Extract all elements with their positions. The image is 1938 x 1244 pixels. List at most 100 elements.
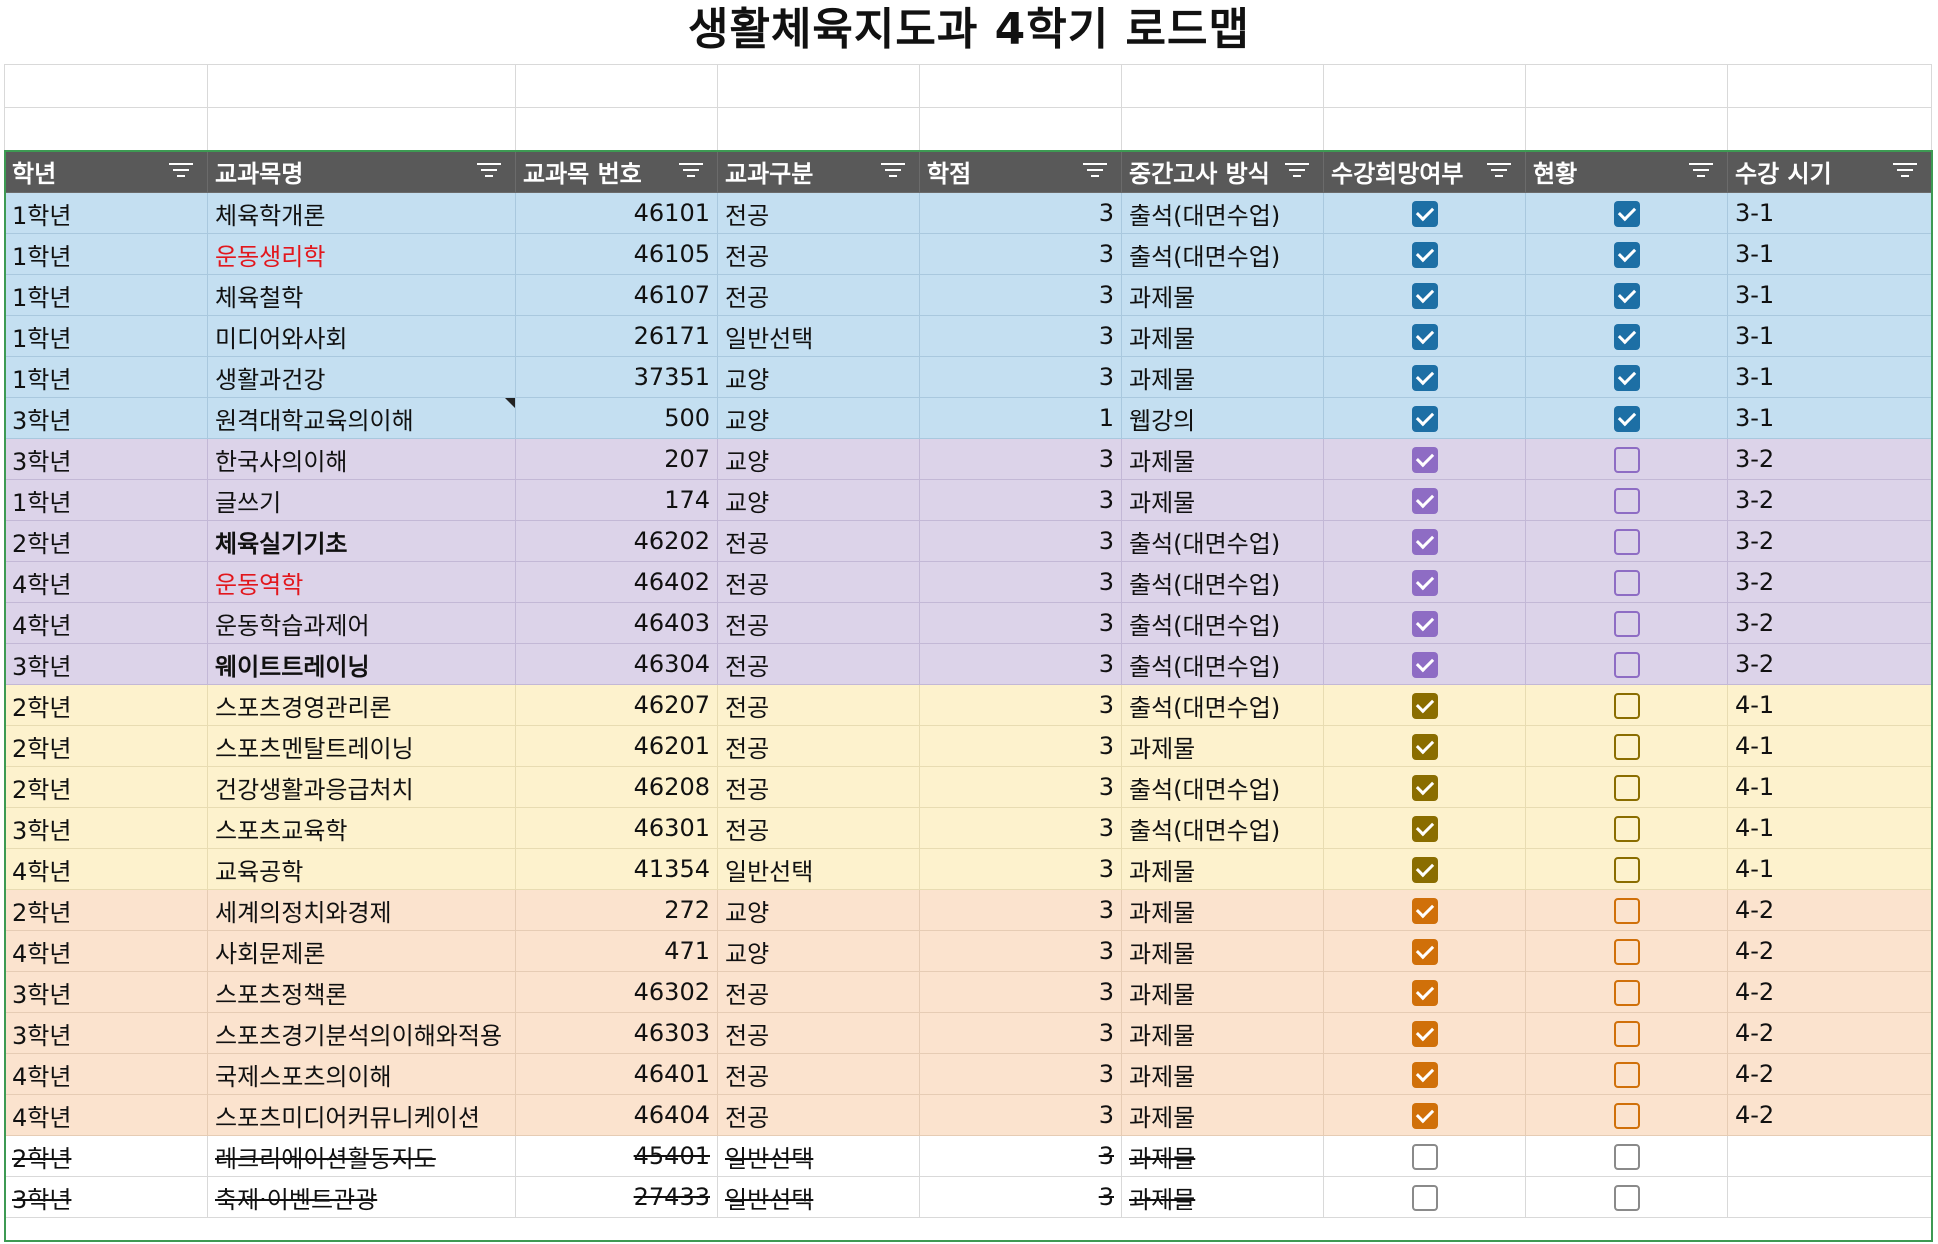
cell-category[interactable]: 전공 xyxy=(717,684,920,726)
cell-course-name[interactable]: 원격대학교육의이해 xyxy=(207,397,516,439)
cell-course-name[interactable]: 건강생활과응급처치 xyxy=(207,766,516,808)
cell-course-name[interactable]: 웨이트트레이닝 xyxy=(207,643,516,685)
cell-exam-method[interactable]: 웹강의 xyxy=(1121,397,1324,439)
checkbox-unchecked[interactable] xyxy=(1613,980,1640,1006)
cell-course-code[interactable]: 207 xyxy=(515,438,718,480)
checkbox-unchecked[interactable] xyxy=(1613,488,1640,514)
cell-category[interactable]: 전공 xyxy=(717,766,920,808)
checkbox-unchecked[interactable] xyxy=(1613,611,1640,637)
cell-category[interactable]: 전공 xyxy=(717,520,920,562)
cell-course-name[interactable]: 스포츠교육학 xyxy=(207,807,516,849)
checkbox-checked[interactable] xyxy=(1411,652,1438,678)
cell-course-code[interactable]: 41354 xyxy=(515,848,718,890)
checkbox-unchecked[interactable] xyxy=(1613,570,1640,596)
cell-exam-method[interactable]: 과제물 xyxy=(1121,930,1324,972)
checkbox-unchecked[interactable] xyxy=(1613,447,1640,473)
checkbox-checked[interactable] xyxy=(1613,406,1640,432)
checkbox-checked[interactable] xyxy=(1411,242,1438,268)
cell-course-code[interactable]: 27433 xyxy=(515,1176,718,1218)
cell-category[interactable]: 전공 xyxy=(717,807,920,849)
checkbox-unchecked[interactable] xyxy=(1613,775,1640,801)
checkbox-unchecked[interactable] xyxy=(1613,898,1640,924)
cell-category[interactable]: 전공 xyxy=(717,725,920,767)
checkbox-unchecked[interactable] xyxy=(1613,1021,1640,1047)
header-course-name[interactable]: 교과목명 xyxy=(207,150,516,193)
cell-credits[interactable]: 3 xyxy=(919,315,1122,357)
cell-course-code[interactable]: 46403 xyxy=(515,602,718,644)
cell-exam-method[interactable]: 과제물 xyxy=(1121,1053,1324,1095)
cell-grade[interactable]: 2학년 xyxy=(4,766,208,808)
checkbox-checked[interactable] xyxy=(1411,980,1438,1006)
cell-course-code[interactable]: 46303 xyxy=(515,1012,718,1054)
cell-exam-method[interactable]: 출석(대면수업) xyxy=(1121,520,1324,562)
cell-course-code[interactable]: 46402 xyxy=(515,561,718,603)
cell-course-name[interactable]: 스포츠경영관리론 xyxy=(207,684,516,726)
checkbox-unchecked[interactable] xyxy=(1411,1185,1438,1211)
checkbox-checked[interactable] xyxy=(1411,734,1438,760)
cell-credits[interactable]: 3 xyxy=(919,807,1122,849)
cell-category[interactable]: 전공 xyxy=(717,561,920,603)
cell-course-code[interactable]: 500 xyxy=(515,397,718,439)
cell-exam-method[interactable]: 과제물 xyxy=(1121,274,1324,316)
cell-grade[interactable]: 2학년 xyxy=(4,520,208,562)
cell-term[interactable]: 4-2 xyxy=(1727,1012,1932,1054)
filter-icon[interactable] xyxy=(169,163,193,181)
cell-course-name[interactable]: 운동학습과제어 xyxy=(207,602,516,644)
cell-credits[interactable]: 3 xyxy=(919,1135,1122,1177)
cell-category[interactable]: 일반선택 xyxy=(717,1135,920,1177)
cell-credits[interactable]: 3 xyxy=(919,602,1122,644)
cell-credits[interactable]: 3 xyxy=(919,930,1122,972)
cell-term[interactable]: 3-1 xyxy=(1727,356,1932,398)
cell-grade[interactable]: 2학년 xyxy=(4,684,208,726)
cell-course-code[interactable]: 46107 xyxy=(515,274,718,316)
checkbox-unchecked[interactable] xyxy=(1613,529,1640,555)
cell-credits[interactable]: 3 xyxy=(919,848,1122,890)
cell-exam-method[interactable]: 과제물 xyxy=(1121,1176,1324,1218)
checkbox-checked[interactable] xyxy=(1613,283,1640,309)
cell-grade[interactable]: 3학년 xyxy=(4,971,208,1013)
cell-grade[interactable]: 4학년 xyxy=(4,1094,208,1136)
checkbox-unchecked[interactable] xyxy=(1613,1185,1640,1211)
cell-category[interactable]: 전공 xyxy=(717,274,920,316)
cell-term[interactable]: 4-1 xyxy=(1727,807,1932,849)
checkbox-checked[interactable] xyxy=(1411,898,1438,924)
checkbox-checked[interactable] xyxy=(1411,488,1438,514)
cell-category[interactable]: 전공 xyxy=(717,192,920,234)
cell-course-name[interactable]: 스포츠정책론 xyxy=(207,971,516,1013)
header-term[interactable]: 수강 시기 xyxy=(1727,150,1932,193)
cell-credits[interactable]: 3 xyxy=(919,1094,1122,1136)
filter-icon[interactable] xyxy=(477,163,501,181)
cell-exam-method[interactable]: 과제물 xyxy=(1121,1094,1324,1136)
cell-credits[interactable]: 3 xyxy=(919,889,1122,931)
checkbox-checked[interactable] xyxy=(1411,1021,1438,1047)
cell-course-name[interactable]: 세계의정치와경제 xyxy=(207,889,516,931)
cell-exam-method[interactable]: 출석(대면수업) xyxy=(1121,766,1324,808)
cell-course-name[interactable]: 스포츠미디어커뮤니케이션 xyxy=(207,1094,516,1136)
cell-exam-method[interactable]: 출석(대면수업) xyxy=(1121,602,1324,644)
cell-grade[interactable]: 1학년 xyxy=(4,479,208,521)
checkbox-checked[interactable] xyxy=(1411,283,1438,309)
checkbox-unchecked[interactable] xyxy=(1613,816,1640,842)
header-grade[interactable]: 학년 xyxy=(4,150,208,193)
cell-course-name[interactable]: 체육실기기초 xyxy=(207,520,516,562)
cell-exam-method[interactable]: 과제물 xyxy=(1121,889,1324,931)
cell-category[interactable]: 전공 xyxy=(717,1053,920,1095)
filter-icon[interactable] xyxy=(679,163,703,181)
cell-grade[interactable]: 1학년 xyxy=(4,315,208,357)
cell-term[interactable]: 4-2 xyxy=(1727,1094,1932,1136)
checkbox-checked[interactable] xyxy=(1411,365,1438,391)
cell-category[interactable]: 전공 xyxy=(717,233,920,275)
cell-grade[interactable]: 2학년 xyxy=(4,725,208,767)
checkbox-checked[interactable] xyxy=(1411,324,1438,350)
checkbox-checked[interactable] xyxy=(1411,775,1438,801)
cell-grade[interactable]: 4학년 xyxy=(4,930,208,972)
cell-course-name[interactable]: 생활과건강 xyxy=(207,356,516,398)
cell-course-name[interactable]: 교육공학 xyxy=(207,848,516,890)
cell-category[interactable]: 일반선택 xyxy=(717,848,920,890)
cell-grade[interactable]: 3학년 xyxy=(4,643,208,685)
checkbox-checked[interactable] xyxy=(1613,242,1640,268)
cell-term[interactable]: 3-2 xyxy=(1727,561,1932,603)
checkbox-checked[interactable] xyxy=(1411,1062,1438,1088)
cell-credits[interactable]: 3 xyxy=(919,1012,1122,1054)
cell-course-name[interactable]: 운동생리학 xyxy=(207,233,516,275)
